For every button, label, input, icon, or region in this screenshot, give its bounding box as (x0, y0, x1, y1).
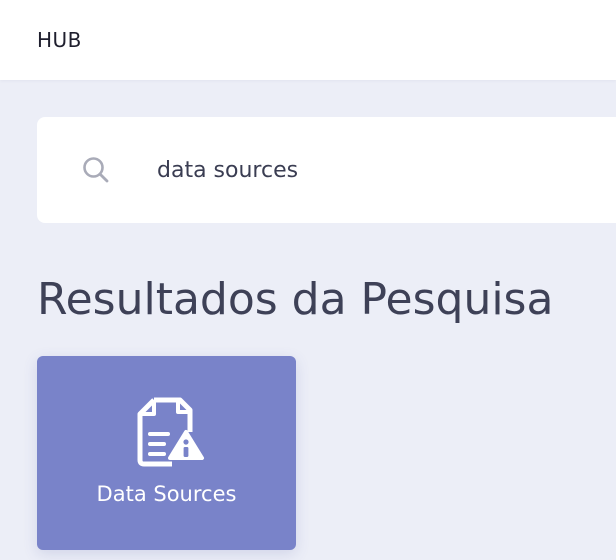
result-card-data-sources[interactable]: Data Sources (37, 356, 296, 550)
top-header: HUB (0, 0, 616, 80)
brand-title[interactable]: HUB (37, 27, 82, 53)
search-input[interactable] (157, 150, 597, 190)
results-title: Resultados da Pesquisa (37, 274, 554, 325)
result-card-label: Data Sources (96, 482, 237, 506)
search-icon[interactable] (82, 156, 110, 184)
document-info-icon (137, 397, 204, 467)
